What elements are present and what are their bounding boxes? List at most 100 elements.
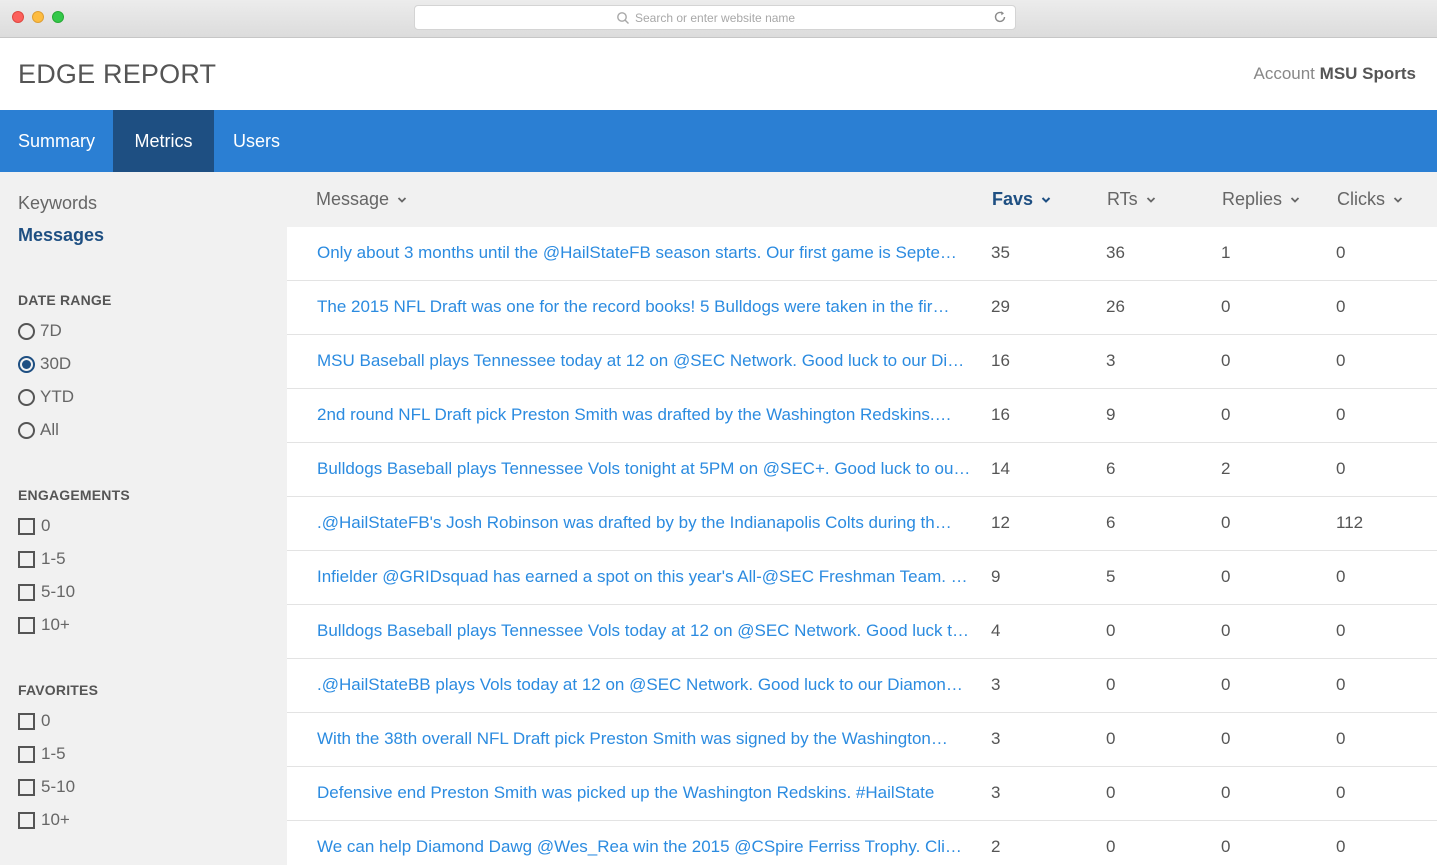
- column-header-favs[interactable]: Favs: [992, 189, 1051, 210]
- option-label: 7D: [40, 321, 62, 340]
- minimize-window-button[interactable]: [32, 11, 44, 23]
- clicks-value: 0: [1336, 729, 1346, 748]
- date-range-option-7d[interactable]: 7D: [18, 320, 62, 342]
- message-link[interactable]: .@HailStateFB's Josh Robinson was drafte…: [317, 513, 975, 533]
- engagements-option-10-plus[interactable]: 10+: [18, 614, 70, 636]
- message-link[interactable]: The 2015 NFL Draft was one for the recor…: [317, 297, 975, 317]
- option-label: 0: [41, 516, 51, 535]
- checkbox-icon: [18, 616, 35, 634]
- radio-selected-icon: [18, 355, 35, 373]
- account-label: Account: [1253, 64, 1315, 83]
- clicks-value: 0: [1336, 783, 1346, 802]
- account-name[interactable]: MSU Sports: [1320, 64, 1416, 83]
- option-label: 30D: [40, 354, 72, 373]
- clicks-value: 0: [1336, 621, 1346, 640]
- option-label: 1-5: [41, 549, 66, 568]
- clicks-value: 0: [1336, 297, 1346, 316]
- favs-value: 3: [991, 783, 1001, 802]
- table-row: .@HailStateFB's Josh Robinson was drafte…: [287, 497, 1437, 551]
- close-window-button[interactable]: [12, 11, 24, 23]
- checkbox-icon: [18, 745, 35, 763]
- message-link[interactable]: Defensive end Preston Smith was picked u…: [317, 783, 975, 803]
- message-link[interactable]: Bulldogs Baseball plays Tennessee Vols t…: [317, 621, 975, 641]
- engagements-option-0[interactable]: 0: [18, 515, 50, 537]
- sidebar-item-messages[interactable]: Messages: [18, 225, 104, 246]
- clicks-value: 0: [1336, 837, 1346, 856]
- favs-value: 29: [991, 297, 1010, 316]
- rts-value: 3: [1106, 351, 1116, 370]
- tab-users[interactable]: Users: [214, 110, 299, 172]
- replies-value: 0: [1221, 297, 1231, 316]
- replies-value: 0: [1221, 837, 1231, 856]
- message-link[interactable]: Infielder @GRIDsquad has earned a spot o…: [317, 567, 975, 587]
- table-row: Only about 3 months until the @HailState…: [287, 227, 1437, 281]
- radio-icon: [18, 421, 35, 439]
- column-header-rts[interactable]: RTs: [1107, 189, 1156, 210]
- column-header-message[interactable]: Message: [316, 189, 407, 210]
- replies-value: 1: [1221, 243, 1231, 262]
- clicks-value: 0: [1336, 351, 1346, 370]
- rts-value: 26: [1106, 297, 1125, 316]
- zoom-window-button[interactable]: [52, 11, 64, 23]
- message-link[interactable]: Only about 3 months until the @HailState…: [317, 243, 975, 263]
- checkbox-icon: [18, 583, 35, 601]
- radio-icon: [18, 322, 35, 340]
- favs-value: 3: [991, 675, 1001, 694]
- rts-value: 0: [1106, 675, 1116, 694]
- main-nav: Summary Metrics Users: [0, 110, 1437, 172]
- option-label: 5-10: [41, 777, 76, 796]
- replies-value: 0: [1221, 351, 1231, 370]
- chevron-down-icon: [1393, 196, 1403, 203]
- column-header-replies[interactable]: Replies: [1222, 189, 1300, 210]
- reload-icon[interactable]: [993, 10, 1007, 24]
- clicks-value: 112: [1336, 513, 1364, 532]
- replies-value: 0: [1221, 783, 1231, 802]
- date-range-heading: DATE RANGE: [18, 292, 112, 308]
- date-range-option-all[interactable]: All: [18, 419, 59, 441]
- table-row: Bulldogs Baseball plays Tennessee Vols t…: [287, 443, 1437, 497]
- rts-value: 0: [1106, 621, 1116, 640]
- chevron-down-icon: [397, 196, 407, 203]
- address-bar[interactable]: Search or enter website name: [414, 5, 1016, 30]
- clicks-value: 0: [1336, 567, 1346, 586]
- table-row: Bulldogs Baseball plays Tennessee Vols t…: [287, 605, 1437, 659]
- sidebar-item-keywords[interactable]: Keywords: [18, 193, 97, 214]
- message-link[interactable]: MSU Baseball plays Tennessee today at 12…: [317, 351, 975, 371]
- column-label: Favs: [992, 189, 1034, 209]
- favorites-option-5-10[interactable]: 5-10: [18, 776, 75, 798]
- date-range-option-ytd[interactable]: YTD: [18, 386, 74, 408]
- tab-summary[interactable]: Summary: [0, 110, 113, 172]
- table-row: Defensive end Preston Smith was picked u…: [287, 767, 1437, 821]
- engagements-option-5-10[interactable]: 5-10: [18, 581, 75, 603]
- date-range-option-30d[interactable]: 30D: [18, 353, 71, 375]
- rts-value: 6: [1106, 459, 1116, 478]
- message-link[interactable]: .@HailStateBB plays Vols today at 12 on …: [317, 675, 975, 695]
- replies-value: 2: [1221, 459, 1231, 478]
- clicks-value: 0: [1336, 243, 1346, 262]
- message-link[interactable]: With the 38th overall NFL Draft pick Pre…: [317, 729, 975, 749]
- rts-value: 36: [1106, 243, 1125, 262]
- table-row: .@HailStateBB plays Vols today at 12 on …: [287, 659, 1437, 713]
- replies-value: 0: [1221, 675, 1231, 694]
- favs-value: 16: [991, 351, 1010, 370]
- message-link[interactable]: We can help Diamond Dawg @Wes_Rea win th…: [317, 837, 975, 857]
- table-header: Message Favs RTs Replies Clicks: [287, 172, 1437, 227]
- favorites-option-10-plus[interactable]: 10+: [18, 809, 70, 831]
- account-info: Account MSU Sports: [1253, 64, 1416, 84]
- engagements-option-1-5[interactable]: 1-5: [18, 548, 66, 570]
- table-row: Infielder @GRIDsquad has earned a spot o…: [287, 551, 1437, 605]
- column-header-clicks[interactable]: Clicks: [1337, 189, 1403, 210]
- favorites-option-1-5[interactable]: 1-5: [18, 743, 66, 765]
- favorites-option-0[interactable]: 0: [18, 710, 50, 732]
- sidebar: Keywords Messages DATE RANGE 7D 30D YTD …: [0, 172, 287, 865]
- table-row: MSU Baseball plays Tennessee today at 12…: [287, 335, 1437, 389]
- option-label: 10+: [41, 615, 70, 634]
- page-title: EDGE REPORT: [18, 59, 217, 89]
- messages-table: Message Favs RTs Replies Clicks Only abo…: [287, 172, 1437, 865]
- tab-metrics[interactable]: Metrics: [113, 110, 214, 172]
- table-row: With the 38th overall NFL Draft pick Pre…: [287, 713, 1437, 767]
- option-label: 0: [41, 711, 51, 730]
- message-link[interactable]: Bulldogs Baseball plays Tennessee Vols t…: [317, 459, 975, 479]
- message-link[interactable]: 2nd round NFL Draft pick Preston Smith w…: [317, 405, 975, 425]
- checkbox-icon: [18, 712, 35, 730]
